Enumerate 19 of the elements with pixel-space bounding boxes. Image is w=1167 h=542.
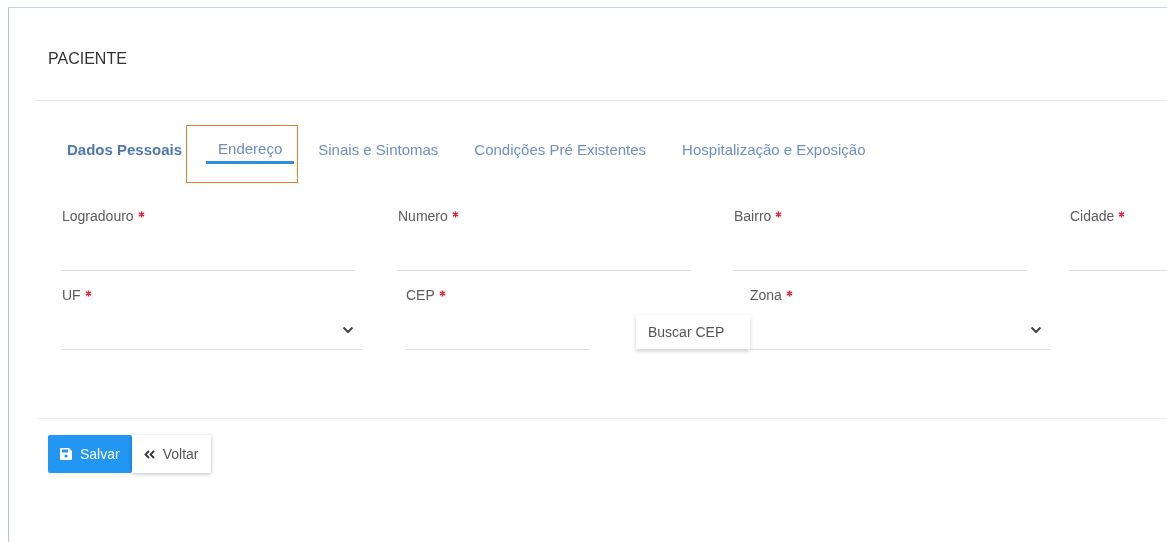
page-title: PACIENTE <box>47 49 128 69</box>
field-label: Bairro <box>734 208 772 226</box>
tab[interactable]: Hospitalização e Exposição <box>670 136 878 164</box>
field-label: Logradouro <box>62 208 134 226</box>
double-chevron-left-icon <box>143 449 155 459</box>
search-button[interactable]: Buscar CEP <box>636 315 750 349</box>
tab[interactable]: Sinais e Sintomas <box>306 136 451 164</box>
tab[interactable]: Endereço <box>206 136 295 164</box>
field-label: CEP <box>406 287 435 305</box>
back-button[interactable]: Voltar <box>131 435 211 473</box>
field-label: UF <box>62 287 81 305</box>
chevron-down-icon <box>1030 325 1042 334</box>
tab[interactable]: Condições Pré Existentes <box>462 136 659 164</box>
field-label: Cidade <box>1070 208 1115 226</box>
field-label: Numero <box>398 208 448 226</box>
chevron-down-icon <box>342 325 354 334</box>
field-label: Zona <box>750 287 782 305</box>
tab[interactable]: Dados Pessoais <box>67 136 195 164</box>
save-button[interactable]: Salvar <box>48 435 132 473</box>
